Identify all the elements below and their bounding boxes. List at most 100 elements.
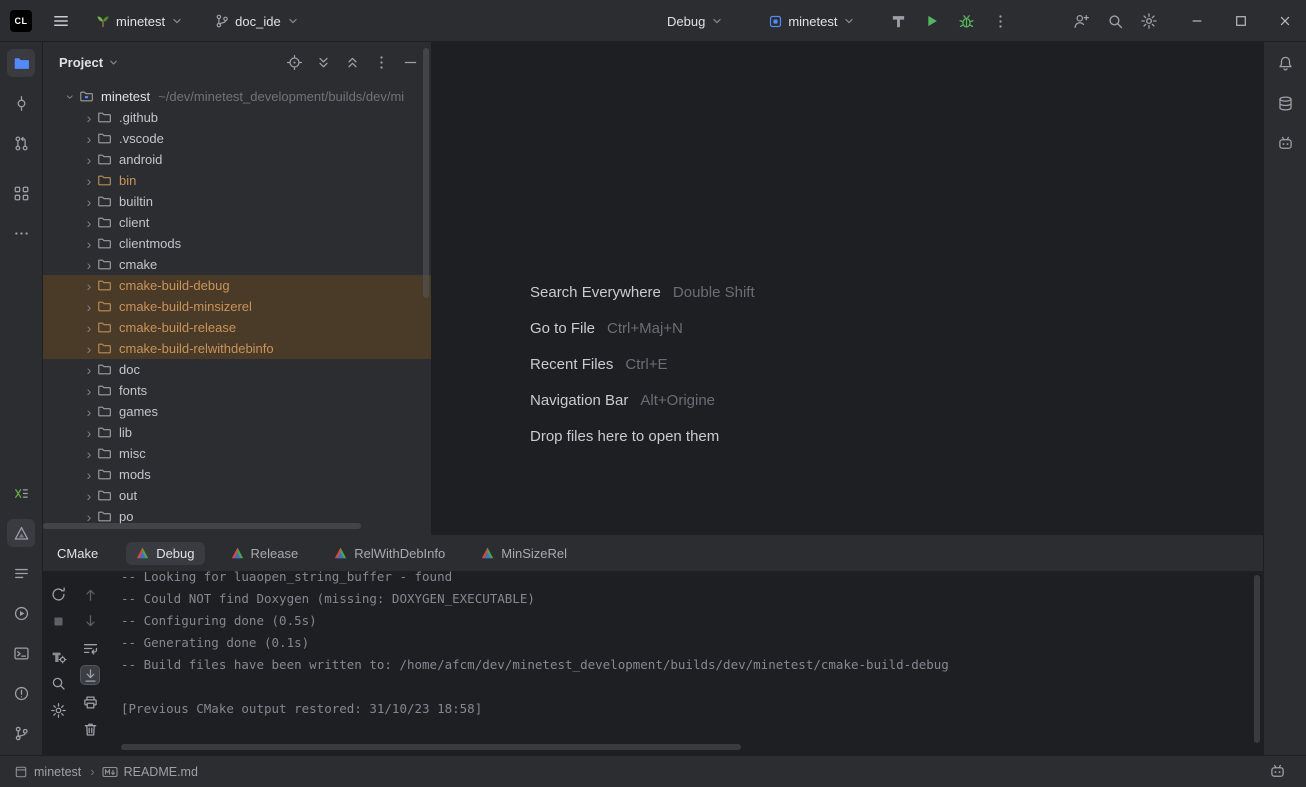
chevron-down-icon[interactable]: ›	[64, 89, 78, 105]
chevron-right-icon[interactable]: ›	[81, 384, 97, 398]
project-panel-title[interactable]: Project	[59, 55, 120, 70]
main-menu-icon[interactable]	[46, 6, 76, 36]
cmake-tab-relwithdebinfo[interactable]: RelWithDebInfo	[324, 542, 455, 565]
project-widget[interactable]: minetest	[88, 9, 191, 33]
chevron-right-icon[interactable]: ›	[81, 258, 97, 272]
chevron-right-icon[interactable]: ›	[81, 342, 97, 356]
run-play-icon[interactable]	[917, 6, 947, 36]
more-actions-icon[interactable]	[985, 6, 1015, 36]
editor-area[interactable]: Search EverywhereDouble ShiftGo to FileC…	[432, 42, 1263, 535]
up-icon[interactable]	[81, 585, 99, 603]
version-control-icon[interactable]	[7, 719, 35, 747]
ai-assistant-status-icon[interactable]	[1269, 763, 1286, 780]
rerun-icon[interactable]	[49, 585, 67, 603]
pull-requests-icon[interactable]	[7, 129, 35, 157]
breadcrumb-project[interactable]: minetest	[34, 765, 81, 779]
vcs-branch-widget[interactable]: doc_ide	[207, 9, 307, 33]
cmake-icon[interactable]	[7, 519, 35, 547]
tree-item-misc[interactable]: ›misc	[43, 443, 431, 464]
collapse-all-icon[interactable]	[341, 51, 363, 73]
ai-assistant-icon[interactable]	[1271, 129, 1299, 157]
tree-root-minetest[interactable]: › minetest ~/dev/minetest_development/bu…	[43, 86, 431, 107]
tree-item-doc[interactable]: ›doc	[43, 359, 431, 380]
cmake-tab-minsizerel[interactable]: MinSizeRel	[471, 542, 577, 565]
settings-gear-icon[interactable]	[1134, 6, 1164, 36]
breadcrumb-file[interactable]: README.md	[124, 765, 198, 779]
stop-icon[interactable]	[49, 612, 67, 630]
tree-item-mods[interactable]: ›mods	[43, 464, 431, 485]
database-icon[interactable]	[1271, 89, 1299, 117]
minimize-button[interactable]	[1182, 6, 1212, 36]
tree-item-out[interactable]: ›out	[43, 485, 431, 506]
tree-item-cmake[interactable]: ›cmake	[43, 254, 431, 275]
code-with-me-icon[interactable]	[1066, 6, 1096, 36]
console-output[interactable]: -- Looking for luaopen_string_buffer - f…	[121, 571, 1249, 739]
scroll-end-icon[interactable]	[81, 666, 99, 684]
problems-icon[interactable]	[7, 679, 35, 707]
debug-bug-icon[interactable]	[951, 6, 981, 36]
commit-icon[interactable]	[7, 89, 35, 117]
build-settings-icon[interactable]	[49, 647, 67, 665]
cmake-tab-debug[interactable]: Debug	[126, 542, 204, 565]
maximize-button[interactable]	[1226, 6, 1256, 36]
tree-item-builtin[interactable]: ›builtin	[43, 191, 431, 212]
project-vertical-scrollbar[interactable]	[423, 48, 429, 298]
tree-item-.github[interactable]: ›.github	[43, 107, 431, 128]
print-icon[interactable]	[81, 693, 99, 711]
close-button[interactable]	[1270, 6, 1300, 36]
chevron-right-icon[interactable]: ›	[81, 237, 97, 251]
chevron-right-icon[interactable]: ›	[81, 363, 97, 377]
run-mode-selector[interactable]: Debug	[660, 10, 731, 33]
chevron-right-icon[interactable]: ›	[81, 489, 97, 503]
project-folder-icon[interactable]	[7, 49, 35, 77]
todo-icon[interactable]	[7, 559, 35, 587]
cmake-tab-release[interactable]: Release	[221, 542, 309, 565]
x-file-icon[interactable]	[7, 479, 35, 507]
tree-item-cmake-build-debug[interactable]: ›cmake-build-debug	[43, 275, 431, 296]
hide-icon[interactable]	[399, 51, 421, 73]
tree-item-fonts[interactable]: ›fonts	[43, 380, 431, 401]
chevron-right-icon[interactable]: ›	[81, 153, 97, 167]
tree-item-cmake-build-release[interactable]: ›cmake-build-release	[43, 317, 431, 338]
build-hammer-icon[interactable]	[883, 6, 913, 36]
tree-item-android[interactable]: ›android	[43, 149, 431, 170]
structure-icon[interactable]	[7, 179, 35, 207]
expand-all-icon[interactable]	[312, 51, 334, 73]
chevron-right-icon[interactable]: ›	[81, 426, 97, 440]
search-icon[interactable]	[1100, 6, 1130, 36]
chevron-right-icon[interactable]: ›	[81, 510, 97, 524]
tree-item-cmake-build-relwithdebinfo[interactable]: ›cmake-build-relwithdebinfo	[43, 338, 431, 359]
tree-item-cmake-build-minsizerel[interactable]: ›cmake-build-minsizerel	[43, 296, 431, 317]
chevron-right-icon[interactable]: ›	[81, 216, 97, 230]
locate-icon[interactable]	[283, 51, 305, 73]
tree-item-bin[interactable]: ›bin	[43, 170, 431, 191]
run-config-selector[interactable]: minetest	[761, 10, 863, 33]
clear-icon[interactable]	[81, 720, 99, 738]
chevron-right-icon[interactable]: ›	[81, 279, 97, 293]
run-icon[interactable]	[7, 599, 35, 627]
console-vertical-scrollbar[interactable]	[1254, 575, 1260, 743]
tree-item-lib[interactable]: ›lib	[43, 422, 431, 443]
down-icon[interactable]	[81, 612, 99, 630]
chevron-right-icon[interactable]: ›	[81, 300, 97, 314]
project-horizontal-scrollbar[interactable]	[43, 523, 361, 529]
notifications-icon[interactable]	[1271, 49, 1299, 77]
chevron-right-icon[interactable]: ›	[81, 111, 97, 125]
chevron-right-icon[interactable]: ›	[81, 321, 97, 335]
chevron-right-icon[interactable]: ›	[81, 195, 97, 209]
tree-item-games[interactable]: ›games	[43, 401, 431, 422]
chevron-right-icon[interactable]: ›	[81, 405, 97, 419]
tree-item-clientmods[interactable]: ›clientmods	[43, 233, 431, 254]
tree-item-client[interactable]: ›client	[43, 212, 431, 233]
kebab-icon[interactable]	[370, 51, 392, 73]
softwrap-icon[interactable]	[81, 639, 99, 657]
find-icon[interactable]	[49, 674, 67, 692]
more-icon[interactable]	[7, 219, 35, 247]
chevron-right-icon[interactable]: ›	[81, 132, 97, 146]
chevron-right-icon[interactable]: ›	[81, 468, 97, 482]
chevron-right-icon[interactable]: ›	[81, 174, 97, 188]
chevron-right-icon[interactable]: ›	[81, 447, 97, 461]
terminal-icon[interactable]	[7, 639, 35, 667]
console-horizontal-scrollbar[interactable]	[121, 744, 741, 750]
settings-icon[interactable]	[49, 701, 67, 719]
